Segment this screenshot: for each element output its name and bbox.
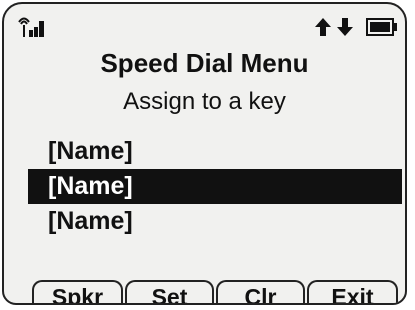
up-down-arrows-icon	[315, 18, 353, 36]
speed-dial-list: [Name] [Name] [Name]	[28, 134, 402, 239]
list-item[interactable]: [Name]	[28, 134, 402, 169]
list-item-selected[interactable]: [Name]	[28, 169, 402, 204]
exit-softkey[interactable]: Exit	[307, 280, 398, 303]
battery-icon	[366, 18, 397, 36]
phone-display: Speed Dial Menu Assign to a key [Name] […	[2, 2, 407, 305]
menu-title: Speed Dial Menu	[100, 48, 309, 78]
clr-softkey[interactable]: Clr	[216, 280, 305, 303]
softkey-bar: Spkr Set Clr Exit	[32, 280, 402, 303]
signal-strength-icon	[18, 17, 44, 37]
set-softkey[interactable]: Set	[125, 280, 214, 303]
menu-subtitle: Assign to a key	[123, 88, 286, 115]
status-bar	[4, 4, 405, 44]
spkr-softkey[interactable]: Spkr	[32, 280, 123, 303]
list-item[interactable]: [Name]	[28, 204, 402, 239]
